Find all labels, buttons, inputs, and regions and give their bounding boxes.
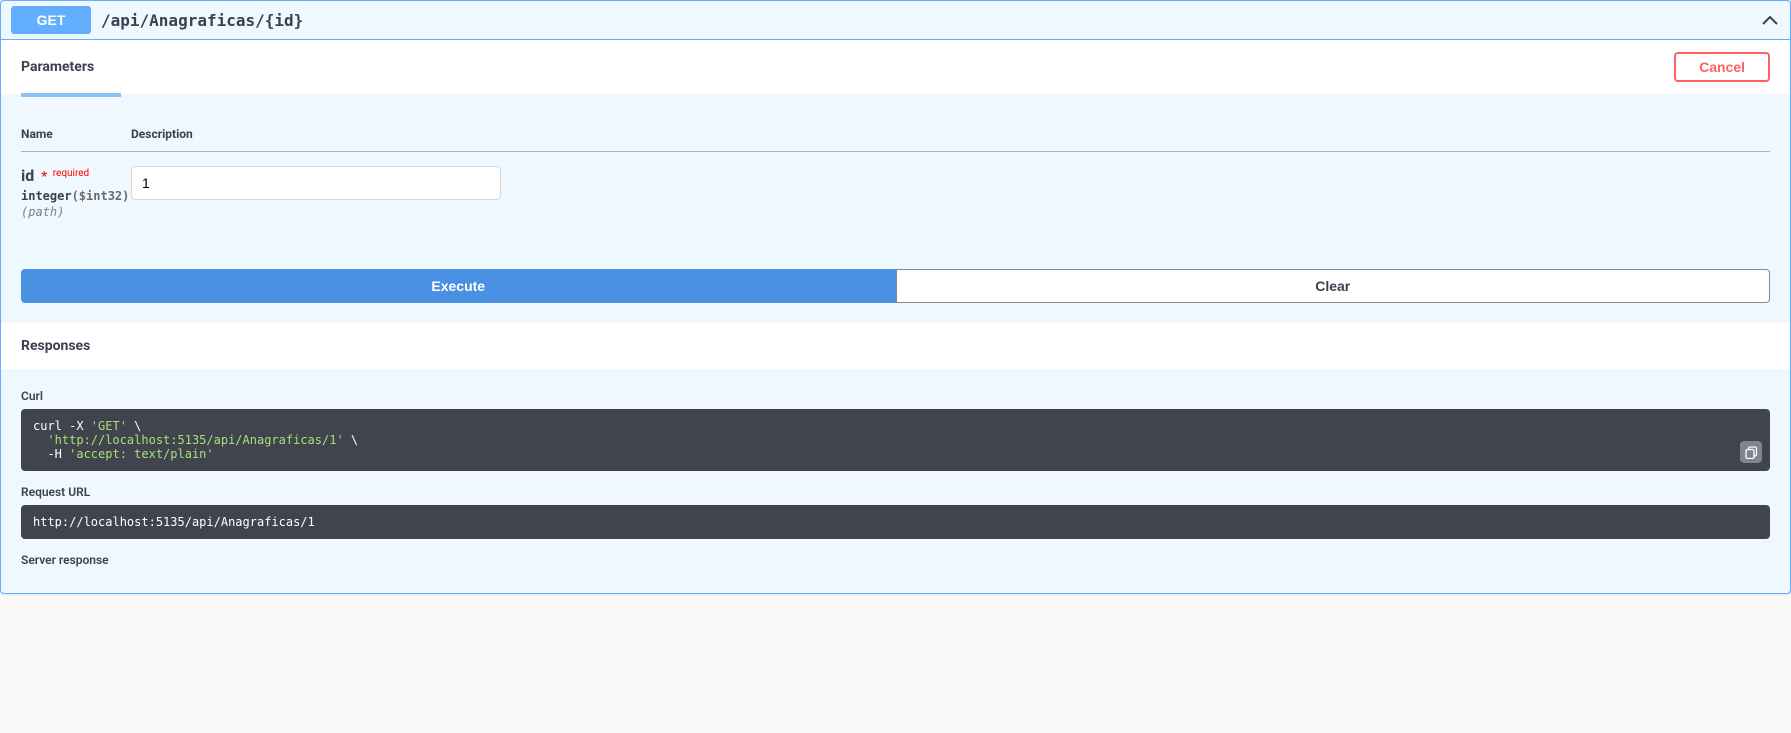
method-badge: GET <box>11 6 91 34</box>
response-body: Curl curl -X 'GET' \ 'http://localhost:5… <box>1 369 1790 593</box>
action-button-row: Execute Clear <box>1 249 1790 323</box>
request-url-block: http://localhost:5135/api/Anagraficas/1 <box>21 505 1770 539</box>
execute-button[interactable]: Execute <box>21 269 896 303</box>
column-description-header: Description <box>131 117 1770 152</box>
param-in: (path) <box>21 203 131 219</box>
column-name-header: Name <box>21 117 131 152</box>
chevron-up-icon[interactable] <box>1760 10 1780 30</box>
parameters-body: Name Description id * required integer($… <box>1 97 1790 249</box>
responses-section: Responses Curl curl -X 'GET' \ 'http://l… <box>1 323 1790 593</box>
server-response-label: Server response <box>21 553 1770 567</box>
required-star: * <box>38 169 48 185</box>
parameters-title: Parameters <box>21 59 94 75</box>
table-row: id * required integer($int32) (path) <box>21 152 1770 230</box>
param-type: integer <box>21 189 72 203</box>
curl-label: Curl <box>21 389 1770 403</box>
operation-block: GET /api/Anagraficas/{id} Parameters Can… <box>0 0 1791 594</box>
request-url-label: Request URL <box>21 485 1770 499</box>
curl-code-block: curl -X 'GET' \ 'http://localhost:5135/a… <box>21 409 1770 471</box>
operation-summary[interactable]: GET /api/Anagraficas/{id} <box>1 1 1790 40</box>
parameters-table: Name Description id * required integer($… <box>21 117 1770 229</box>
copy-icon[interactable] <box>1740 441 1762 463</box>
required-label: required <box>51 168 89 179</box>
cancel-button[interactable]: Cancel <box>1674 52 1770 82</box>
responses-title: Responses <box>1 323 1790 369</box>
parameters-header: Parameters Cancel <box>1 40 1790 94</box>
param-name: id <box>21 166 34 185</box>
param-value-input[interactable] <box>131 166 501 200</box>
clear-button[interactable]: Clear <box>896 269 1771 303</box>
endpoint-path: /api/Anagraficas/{id} <box>91 11 1760 30</box>
param-format: ($int32) <box>72 189 130 203</box>
